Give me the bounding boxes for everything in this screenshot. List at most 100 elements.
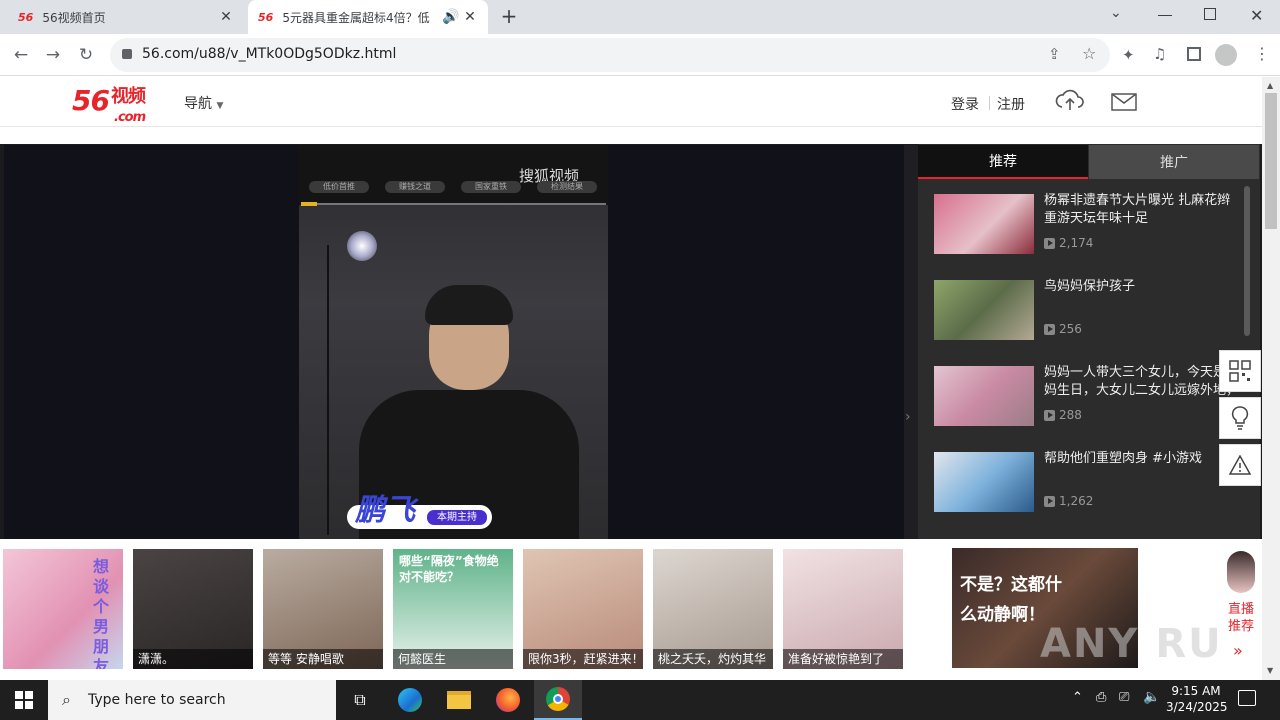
side-panel-icon[interactable]: [1187, 47, 1201, 61]
close-icon[interactable]: ✕: [462, 9, 478, 25]
address-bar[interactable]: 56.com/u88/v_MTk0ODg5ODkz.html ⇪ ☆: [110, 38, 1110, 72]
panel-scrollbar[interactable]: [1244, 186, 1250, 336]
new-tab-button[interactable]: +: [498, 6, 520, 28]
volume-icon[interactable]: 🔈: [1143, 689, 1160, 705]
chevron-right-icon[interactable]: ›: [905, 409, 911, 425]
site-favicon: 56: [18, 10, 34, 24]
scroll-up-icon[interactable]: ▲: [1267, 81, 1273, 90]
list-item[interactable]: 妈妈一人带大三个女儿，今天是妈妈生日，大女儿二女儿远嫁外地， 288: [934, 364, 1244, 428]
logo-number: 56: [72, 84, 110, 117]
live-caption: 桃之夭夭，灼灼其华: [653, 649, 773, 669]
file-explorer-icon[interactable]: [435, 680, 483, 720]
restore-button[interactable]: [1204, 8, 1216, 20]
thumbnail-art-text: 哪些“隔夜”食物绝对不能吃？: [399, 554, 499, 584]
view-count: 288: [1044, 408, 1082, 422]
close-icon[interactable]: ✕: [218, 9, 234, 25]
task-view-icon[interactable]: ⧉: [336, 680, 384, 720]
page-scrollbar[interactable]: ▲ ▼: [1262, 77, 1280, 680]
edge-icon[interactable]: [386, 680, 434, 720]
video-title[interactable]: 妈妈一人带大三个女儿，今天是妈妈生日，大女儿二女儿远嫁外地，: [1044, 364, 1240, 400]
video-player[interactable]: 搜狐视频 低价首推 赚钱之道 国家重铁 检测结果 鹏飞 本期主持: [4, 145, 904, 540]
profile-avatar[interactable]: [1215, 44, 1237, 66]
host-role: 本期主持: [427, 510, 487, 525]
list-item[interactable]: 杨幂非遗春节大片曝光 扎麻花辫重游天坛年味十足 2,174: [934, 192, 1244, 256]
menu-kebab-icon[interactable]: ⋮: [1254, 44, 1270, 63]
video-thumbnail[interactable]: [934, 452, 1034, 512]
scroll-thumb[interactable]: [1265, 93, 1277, 229]
live-thumbnail[interactable]: 等等 安静唱歌: [263, 549, 383, 669]
tab-video-page[interactable]: 56 5元器具重金属超标4倍？低 🔊 ✕: [248, 0, 488, 34]
collapse-handle[interactable]: [904, 145, 918, 539]
site-favicon: 56: [258, 10, 274, 24]
video-thumbnail[interactable]: [934, 194, 1034, 254]
live-recommend-label: 直播推荐: [1228, 602, 1255, 634]
taskbar-search[interactable]: ⌕ Type here to search: [48, 680, 336, 720]
start-button[interactable]: [0, 680, 48, 720]
window-close-button[interactable]: ✕: [1250, 6, 1263, 25]
lock-icon: [122, 49, 132, 59]
minimize-button[interactable]: [1158, 15, 1172, 16]
video-thumbnail[interactable]: [934, 280, 1034, 340]
live-thumbnail[interactable]: 限你3秒，赶紧进来！: [523, 549, 643, 669]
bookmark-star-icon[interactable]: ☆: [1082, 44, 1096, 63]
live-strip: 想谈个男朋友 潇潇。 等等 安静唱歌 哪些“隔夜”食物绝对不能吃？ 何懿医生 限…: [0, 539, 1262, 677]
player-section: 搜狐视频 低价首推 赚钱之道 国家重铁 检测结果 鹏飞 本期主持 › 推荐 推广…: [0, 144, 1262, 540]
video-title[interactable]: 杨幂非遗春节大片曝光 扎麻花辫重游天坛年味十足: [1044, 192, 1240, 228]
tab-recommend[interactable]: 推荐: [918, 145, 1088, 179]
register-link[interactable]: 注册: [997, 94, 1025, 114]
reload-button[interactable]: ↻: [73, 42, 99, 68]
video-frame[interactable]: 搜狐视频 低价首推 赚钱之道 国家重铁 检测结果 鹏飞 本期主持: [299, 145, 608, 540]
live-thumbnail[interactable]: 桃之夭夭，灼灼其华: [653, 549, 773, 669]
firefox-icon[interactable]: [484, 680, 532, 720]
clock-time: 9:15 AM: [1171, 684, 1221, 698]
live-recommend[interactable]: 直播推荐 »: [1219, 539, 1262, 677]
clock[interactable]: 9:15 AM 3/24/2025: [1166, 683, 1228, 715]
idea-button[interactable]: [1219, 397, 1261, 439]
site-logo[interactable]: 56 视频 .com: [72, 84, 146, 125]
network-icon[interactable]: ⎚: [1119, 690, 1129, 705]
tray-chevron-icon[interactable]: ⌃: [1072, 690, 1083, 705]
video-thumbnail[interactable]: [934, 366, 1034, 426]
report-button[interactable]: [1219, 444, 1261, 486]
nav-menu-button[interactable]: 导航 ▼: [184, 93, 223, 113]
extensions-icon[interactable]: ✦: [1122, 46, 1135, 64]
view-count: 1,262: [1044, 494, 1093, 508]
forward-button[interactable]: →: [40, 42, 66, 68]
live-thumbnail[interactable]: 哪些“隔夜”食物绝对不能吃？ 何懿医生: [393, 549, 513, 669]
video-title[interactable]: 帮助他们重塑肉身 #小游戏: [1044, 450, 1240, 468]
url-text[interactable]: 56.com/u88/v_MTk0ODg5ODkz.html: [142, 46, 396, 62]
scroll-down-icon[interactable]: ▼: [1267, 666, 1273, 675]
tab-strip: 56 56视频首页 ✕ 56 5元器具重金属超标4倍？低 🔊 ✕ + ⌄ ✕: [0, 0, 1280, 34]
chapter-label: 赚钱之道: [385, 181, 445, 193]
video-title[interactable]: 鸟妈妈保护孩子: [1044, 278, 1240, 296]
lightbulb-icon: [1231, 406, 1249, 430]
play-count-icon: [1044, 323, 1055, 335]
live-thumbnail[interactable]: 准备好被惊艳到了: [783, 549, 903, 669]
back-button[interactable]: ←: [8, 42, 34, 68]
speaker-icon[interactable]: 🔊: [440, 9, 462, 25]
live-thumbnail[interactable]: 潇潇。: [133, 549, 253, 669]
message-envelope-icon[interactable]: [1111, 93, 1137, 115]
host-name: 鹏飞: [355, 493, 415, 528]
chrome-icon[interactable]: [534, 680, 582, 720]
tab-search-chevron-icon[interactable]: ⌄: [1110, 5, 1122, 21]
logo-text: 视频: [110, 86, 146, 107]
device-icon[interactable]: ⎙: [1096, 690, 1106, 705]
media-control-icon[interactable]: ♫: [1153, 45, 1166, 63]
tab-56-home[interactable]: 56 56视频首页 ✕: [8, 0, 244, 34]
chapter-label: 检测结果: [537, 181, 597, 193]
qrcode-button[interactable]: [1219, 350, 1261, 392]
live-thumbnail[interactable]: 想谈个男朋友: [3, 549, 123, 669]
share-icon[interactable]: ⇪: [1048, 45, 1061, 63]
upload-cloud-icon[interactable]: [1055, 87, 1085, 117]
windows-taskbar: ⌕ Type here to search ⧉ ⌃ ⎙ ⎚ 🔈 9:15 AM …: [0, 680, 1280, 720]
notification-icon[interactable]: [1238, 690, 1256, 706]
tab-promotion[interactable]: 推广: [1089, 145, 1259, 179]
warning-icon: [1229, 455, 1251, 475]
recommend-panel: 推荐 推广 杨幂非遗春节大片曝光 扎麻花辫重游天坛年味十足 2,174 鸟妈妈保…: [918, 144, 1260, 539]
search-placeholder: Type here to search: [88, 692, 226, 708]
login-link[interactable]: 登录: [951, 94, 979, 114]
list-item[interactable]: 鸟妈妈保护孩子 256: [934, 278, 1244, 342]
list-item[interactable]: 帮助他们重塑肉身 #小游戏 1,262: [934, 450, 1244, 514]
chapter-progress-track: [301, 203, 606, 205]
